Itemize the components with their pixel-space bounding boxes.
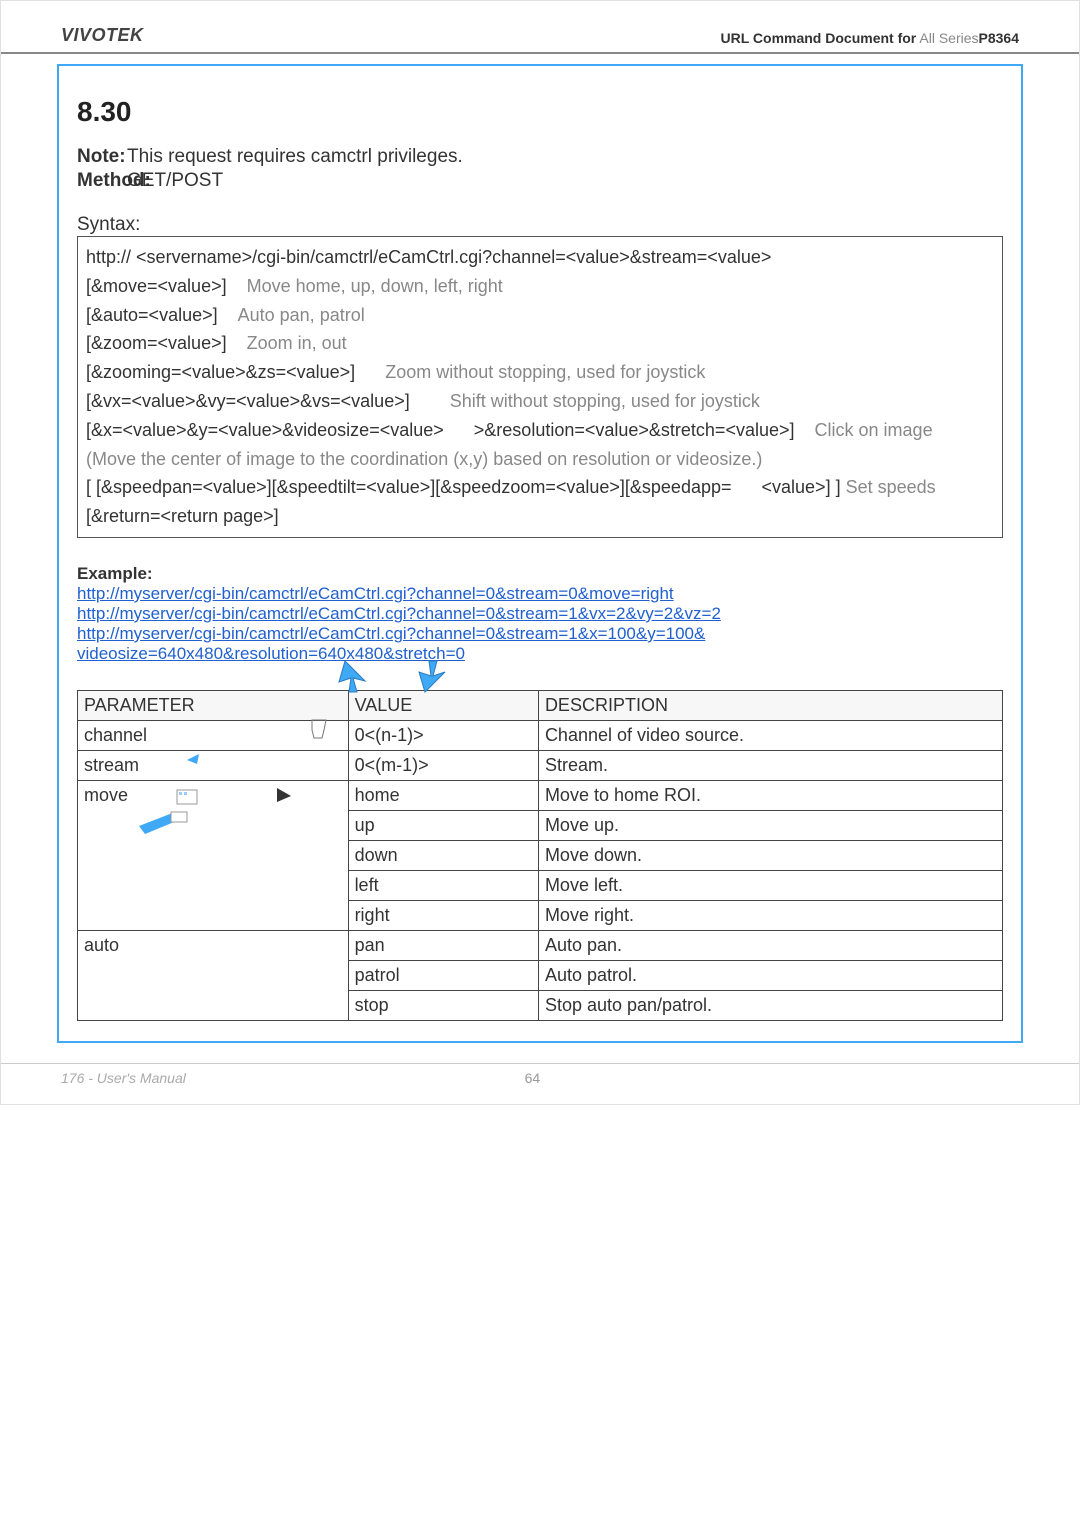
code-comment: Move home, up, down, left, right: [247, 276, 503, 296]
code-comment: Set speeds: [846, 477, 936, 497]
method-label: Method:: [77, 170, 127, 192]
code-line: [&vx=<value>&vy=<value>&vs=<value>] Shif…: [86, 387, 994, 416]
cell-desc: Auto pan.: [538, 930, 1002, 960]
examples-label: Example:: [77, 564, 1003, 584]
code-text: [&x=<value>&y=<value>&videosize=<value>: [86, 420, 444, 440]
code-comment: Zoom without stopping, used for joystick: [385, 362, 705, 382]
code-line: [&auto=<value>] Auto pan, patrol: [86, 301, 994, 330]
code-comment: Zoom in, out: [247, 333, 347, 353]
code-text: [ [&speedpan=<value>][&speedtilt=<value>…: [86, 477, 732, 497]
footer-center-page: 64: [186, 1070, 879, 1086]
cell-value: stop: [348, 990, 538, 1020]
cursor-icon: [305, 658, 465, 698]
page-footer: 176 - User's Manual 64: [1, 1063, 1079, 1104]
syntax-box: http:// <servername>/cgi-bin/camctrl/eCa…: [77, 236, 1003, 538]
doc-label: URL Command Document for: [721, 30, 917, 46]
syntax-label: Syntax:: [77, 214, 1003, 236]
code-text: [&move=<value>]: [86, 276, 227, 296]
doc-model: P8364: [979, 30, 1019, 46]
code-text: >&resolution=<value>&stretch=<value>]: [474, 420, 795, 440]
code-comment: Shift without stopping, used for joystic…: [450, 391, 760, 411]
cursor-overlay: [77, 664, 1003, 686]
cell-desc: Move down.: [538, 840, 1002, 870]
section-title: 8.30: [77, 96, 1003, 128]
code-comment: Auto pan, patrol: [238, 305, 365, 325]
code-line: http:// <servername>/cgi-bin/camctrl/eCa…: [86, 243, 994, 272]
cell-param: auto: [78, 930, 349, 1020]
code-line: [&zooming=<value>&zs=<value>] Zoom witho…: [86, 358, 994, 387]
cell-value: pan: [348, 930, 538, 960]
example-link-1[interactable]: http://myserver/cgi-bin/camctrl/eCamCtrl…: [77, 584, 674, 603]
page-header: VIVOTEK URL Command Document for All Ser…: [1, 1, 1079, 54]
cell-desc: Move up.: [538, 810, 1002, 840]
cell-value: patrol: [348, 960, 538, 990]
doc-title: URL Command Document for All SeriesP8364: [721, 30, 1020, 46]
content-frame: 8.30 Note: This request requires camctrl…: [57, 64, 1023, 1043]
code-line: [&zoom=<value>] Zoom in, out: [86, 329, 994, 358]
code-text: [&auto=<value>]: [86, 305, 218, 325]
cell-desc: Move to home ROI.: [538, 780, 1002, 810]
code-line: [&return=<return page>]: [86, 502, 994, 531]
cell-desc: Auto patrol.: [538, 960, 1002, 990]
method-value: GET/POST: [127, 170, 223, 192]
cell-desc: Move left.: [538, 870, 1002, 900]
cell-value: left: [348, 870, 538, 900]
code-text: [&vx=<value>&vy=<value>&vs=<value>]: [86, 391, 410, 411]
footer-left: 176 - User's Manual: [61, 1070, 186, 1086]
code-text: <servername>/cgi-bin/camctrl/eCamCtrl.cg…: [136, 247, 771, 267]
method-row: Method: GET/POST: [77, 170, 1003, 192]
cell-desc: Move right.: [538, 900, 1002, 930]
cell-desc: Stream.: [538, 750, 1002, 780]
code-text: <value>] ]: [762, 477, 841, 497]
code-line: (Move the center of image to the coordin…: [86, 445, 994, 474]
note-text: This request requires camctrl privileges…: [127, 146, 463, 168]
cell-desc: Channel of video source.: [538, 720, 1002, 750]
doc-scope: All Series: [919, 30, 978, 46]
table-row: auto pan Auto pan.: [78, 930, 1003, 960]
code-line: [&move=<value>] Move home, up, down, lef…: [86, 272, 994, 301]
cell-value: down: [348, 840, 538, 870]
example-link-2[interactable]: http://myserver/cgi-bin/camctrl/eCamCtrl…: [77, 604, 721, 623]
code-line: [ [&speedpan=<value>][&speedtilt=<value>…: [86, 473, 994, 502]
code-text: [&zooming=<value>&zs=<value>]: [86, 362, 355, 382]
cell-value: right: [348, 900, 538, 930]
code-line: [&x=<value>&y=<value>&videosize=<value> …: [86, 416, 994, 445]
example-link-3a[interactable]: http://myserver/cgi-bin/camctrl/eCamCtrl…: [77, 624, 705, 643]
examples-block: Example: http://myserver/cgi-bin/camctrl…: [77, 564, 1003, 664]
note-label: Note:: [77, 146, 127, 168]
code-comment: Click on image: [815, 420, 933, 440]
code-text: [&zoom=<value>]: [86, 333, 227, 353]
note-row: Note: This request requires camctrl priv…: [77, 146, 1003, 168]
brand-label: VIVOTEK: [61, 25, 144, 46]
cell-desc: Stop auto pan/patrol.: [538, 990, 1002, 1020]
th-description: DESCRIPTION: [538, 690, 1002, 720]
code-text: http://: [86, 247, 131, 267]
